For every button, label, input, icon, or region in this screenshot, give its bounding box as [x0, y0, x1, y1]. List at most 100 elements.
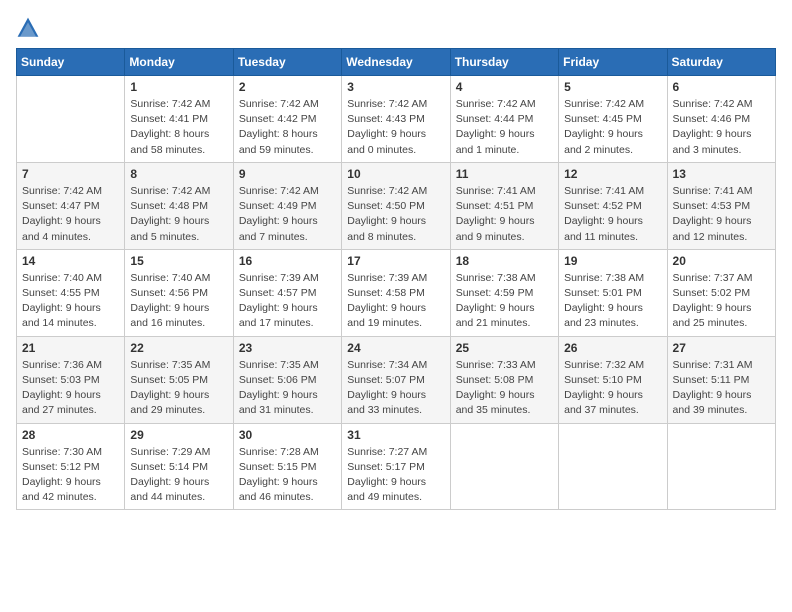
day-number: 8 [130, 167, 227, 181]
day-number: 27 [673, 341, 770, 355]
day-number: 26 [564, 341, 661, 355]
day-number: 17 [347, 254, 444, 268]
day-number: 10 [347, 167, 444, 181]
calendar-cell: 30 Sunrise: 7:28 AM Sunset: 5:15 PM Dayli… [233, 423, 341, 510]
calendar-cell: 21Sunrise: 7:36 AM Sunset: 5:03 PM Dayli… [17, 336, 125, 423]
day-number: 31 [347, 428, 444, 442]
day-number: 22 [130, 341, 227, 355]
calendar-cell: 15Sunrise: 7:40 AM Sunset: 4:56 PM Dayli… [125, 249, 233, 336]
calendar-table: SundayMondayTuesdayWednesdayThursdayFrid… [16, 48, 776, 510]
day-header-tuesday: Tuesday [233, 49, 341, 76]
day-info: Sunrise: 7:41 AM Sunset: 4:51 PM Dayligh… [456, 184, 553, 245]
day-number: 6 [673, 80, 770, 94]
day-number: 25 [456, 341, 553, 355]
calendar-cell [450, 423, 558, 510]
day-info: Sunrise: 7:40 AM Sunset: 4:55 PM Dayligh… [22, 271, 119, 332]
calendar-cell: 18Sunrise: 7:38 AM Sunset: 4:59 PM Dayli… [450, 249, 558, 336]
calendar-cell [17, 76, 125, 163]
calendar-cell: 1 Sunrise: 7:42 AM Sunset: 4:41 PM Daylig… [125, 76, 233, 163]
calendar-cell: 11 Sunrise: 7:41 AM Sunset: 4:51 PM Dayli… [450, 162, 558, 249]
calendar-week-row: 28Sunrise: 7:30 AM Sunset: 5:12 PM Dayli… [17, 423, 776, 510]
day-number: 30 [239, 428, 336, 442]
day-info: Sunrise: 7:33 AM Sunset: 5:08 PM Dayligh… [456, 358, 553, 419]
day-number: 1 [130, 80, 227, 94]
day-info: Sunrise: 7:42 AM Sunset: 4:45 PM Dayligh… [564, 97, 661, 158]
day-number: 18 [456, 254, 553, 268]
day-header-thursday: Thursday [450, 49, 558, 76]
calendar-week-row: 21Sunrise: 7:36 AM Sunset: 5:03 PM Dayli… [17, 336, 776, 423]
calendar-cell: 2 Sunrise: 7:42 AM Sunset: 4:42 PM Daylig… [233, 76, 341, 163]
day-number: 13 [673, 167, 770, 181]
day-info: Sunrise: 7:37 AM Sunset: 5:02 PM Dayligh… [673, 271, 770, 332]
calendar-cell: 14 Sunrise: 7:40 AM Sunset: 4:55 PM Dayli… [17, 249, 125, 336]
day-info: Sunrise: 7:27 AM Sunset: 5:17 PM Dayligh… [347, 445, 444, 506]
calendar-cell: 27Sunrise: 7:31 AM Sunset: 5:11 PM Dayli… [667, 336, 775, 423]
day-info: Sunrise: 7:42 AM Sunset: 4:46 PM Dayligh… [673, 97, 770, 158]
calendar-cell: 25 Sunrise: 7:33 AM Sunset: 5:08 PM Dayli… [450, 336, 558, 423]
day-number: 3 [347, 80, 444, 94]
calendar-cell: 20 Sunrise: 7:37 AM Sunset: 5:02 PM Dayli… [667, 249, 775, 336]
calendar-cell: 31 Sunrise: 7:27 AM Sunset: 5:17 PM Dayli… [342, 423, 450, 510]
day-info: Sunrise: 7:42 AM Sunset: 4:44 PM Dayligh… [456, 97, 553, 158]
day-info: Sunrise: 7:42 AM Sunset: 4:42 PM Dayligh… [239, 97, 336, 158]
day-info: Sunrise: 7:30 AM Sunset: 5:12 PM Dayligh… [22, 445, 119, 506]
day-number: 19 [564, 254, 661, 268]
calendar-cell: 24Sunrise: 7:34 AM Sunset: 5:07 PM Dayli… [342, 336, 450, 423]
day-number: 12 [564, 167, 661, 181]
calendar-cell: 9 Sunrise: 7:42 AM Sunset: 4:49 PM Daylig… [233, 162, 341, 249]
day-info: Sunrise: 7:42 AM Sunset: 4:48 PM Dayligh… [130, 184, 227, 245]
day-info: Sunrise: 7:35 AM Sunset: 5:05 PM Dayligh… [130, 358, 227, 419]
day-header-saturday: Saturday [667, 49, 775, 76]
day-number: 7 [22, 167, 119, 181]
calendar-cell: 26 Sunrise: 7:32 AM Sunset: 5:10 PM Dayli… [559, 336, 667, 423]
day-header-sunday: Sunday [17, 49, 125, 76]
calendar-cell: 4 Sunrise: 7:42 AM Sunset: 4:44 PM Daylig… [450, 76, 558, 163]
calendar-header-row: SundayMondayTuesdayWednesdayThursdayFrid… [17, 49, 776, 76]
day-number: 11 [456, 167, 553, 181]
day-header-monday: Monday [125, 49, 233, 76]
day-number: 20 [673, 254, 770, 268]
day-info: Sunrise: 7:42 AM Sunset: 4:49 PM Dayligh… [239, 184, 336, 245]
day-number: 15 [130, 254, 227, 268]
day-info: Sunrise: 7:41 AM Sunset: 4:52 PM Dayligh… [564, 184, 661, 245]
day-info: Sunrise: 7:32 AM Sunset: 5:10 PM Dayligh… [564, 358, 661, 419]
calendar-cell: 13 Sunrise: 7:41 AM Sunset: 4:53 PM Dayli… [667, 162, 775, 249]
calendar-cell: 8 Sunrise: 7:42 AM Sunset: 4:48 PM Daylig… [125, 162, 233, 249]
calendar-week-row: 14 Sunrise: 7:40 AM Sunset: 4:55 PM Dayli… [17, 249, 776, 336]
calendar-week-row: 7Sunrise: 7:42 AM Sunset: 4:47 PM Daylig… [17, 162, 776, 249]
day-number: 4 [456, 80, 553, 94]
calendar-cell: 17 Sunrise: 7:39 AM Sunset: 4:58 PM Dayli… [342, 249, 450, 336]
calendar-cell [667, 423, 775, 510]
day-number: 21 [22, 341, 119, 355]
day-info: Sunrise: 7:39 AM Sunset: 4:57 PM Dayligh… [239, 271, 336, 332]
day-number: 5 [564, 80, 661, 94]
day-header-friday: Friday [559, 49, 667, 76]
logo-icon [16, 16, 40, 40]
day-info: Sunrise: 7:42 AM Sunset: 4:41 PM Dayligh… [130, 97, 227, 158]
calendar-cell: 12 Sunrise: 7:41 AM Sunset: 4:52 PM Dayli… [559, 162, 667, 249]
calendar-cell: 5 Sunrise: 7:42 AM Sunset: 4:45 PM Daylig… [559, 76, 667, 163]
day-info: Sunrise: 7:39 AM Sunset: 4:58 PM Dayligh… [347, 271, 444, 332]
day-number: 24 [347, 341, 444, 355]
page-header [16, 16, 776, 40]
day-number: 29 [130, 428, 227, 442]
day-info: Sunrise: 7:42 AM Sunset: 4:50 PM Dayligh… [347, 184, 444, 245]
calendar-cell: 7Sunrise: 7:42 AM Sunset: 4:47 PM Daylig… [17, 162, 125, 249]
day-info: Sunrise: 7:42 AM Sunset: 4:43 PM Dayligh… [347, 97, 444, 158]
calendar-cell: 10 Sunrise: 7:42 AM Sunset: 4:50 PM Dayli… [342, 162, 450, 249]
calendar-cell: 22 Sunrise: 7:35 AM Sunset: 5:05 PM Dayli… [125, 336, 233, 423]
day-number: 9 [239, 167, 336, 181]
day-info: Sunrise: 7:38 AM Sunset: 5:01 PM Dayligh… [564, 271, 661, 332]
calendar-cell: 23 Sunrise: 7:35 AM Sunset: 5:06 PM Dayli… [233, 336, 341, 423]
day-info: Sunrise: 7:28 AM Sunset: 5:15 PM Dayligh… [239, 445, 336, 506]
day-info: Sunrise: 7:35 AM Sunset: 5:06 PM Dayligh… [239, 358, 336, 419]
day-number: 23 [239, 341, 336, 355]
day-info: Sunrise: 7:41 AM Sunset: 4:53 PM Dayligh… [673, 184, 770, 245]
day-number: 2 [239, 80, 336, 94]
day-number: 14 [22, 254, 119, 268]
calendar-cell: 3 Sunrise: 7:42 AM Sunset: 4:43 PM Daylig… [342, 76, 450, 163]
calendar-cell [559, 423, 667, 510]
logo [16, 16, 44, 40]
calendar-cell: 6 Sunrise: 7:42 AM Sunset: 4:46 PM Daylig… [667, 76, 775, 163]
day-info: Sunrise: 7:29 AM Sunset: 5:14 PM Dayligh… [130, 445, 227, 506]
